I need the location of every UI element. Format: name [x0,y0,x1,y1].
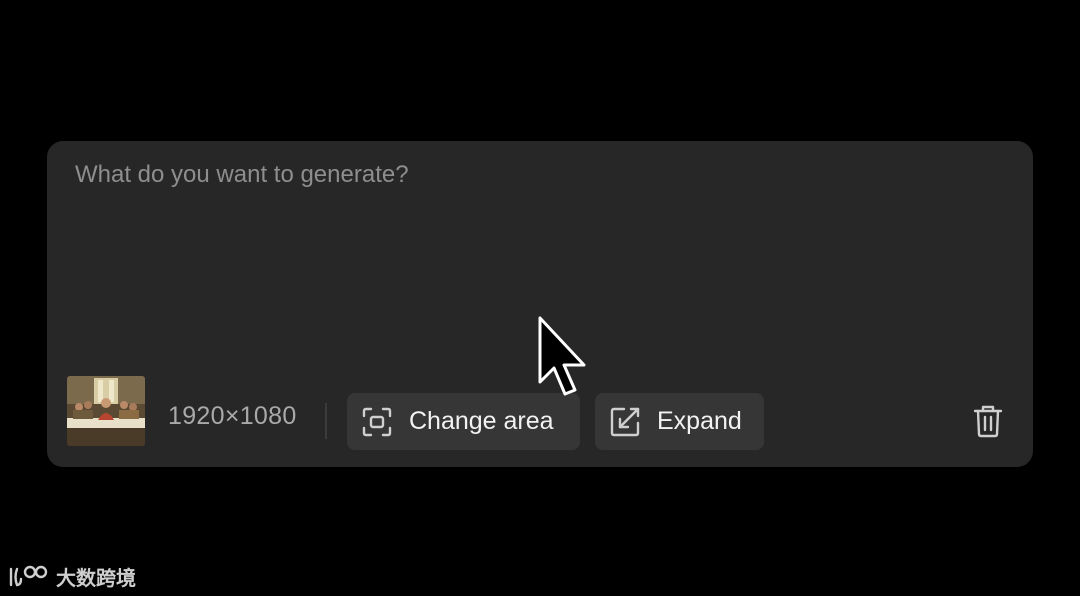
expand-button[interactable]: Expand [595,393,764,450]
change-area-button[interactable]: Change area [347,393,580,450]
trash-icon [973,405,1003,438]
toolbar-divider [325,403,327,439]
watermark: 大数跨境 [8,562,136,590]
expand-arrow-icon [609,406,641,438]
painting-thumbnail-icon [67,376,145,446]
watermark-logo-icon [9,565,48,587]
prompt-panel: 1920×1080 Change area [47,141,1033,467]
image-thumbnail[interactable] [67,376,145,446]
delete-button[interactable] [971,401,1005,441]
image-dimensions: 1920×1080 [168,402,297,430]
expand-label: Expand [657,407,742,435]
change-area-label: Change area [409,407,554,435]
crop-area-icon [361,406,393,438]
mouse-cursor-icon [538,316,592,398]
watermark-text: 大数跨境 [56,567,136,590]
